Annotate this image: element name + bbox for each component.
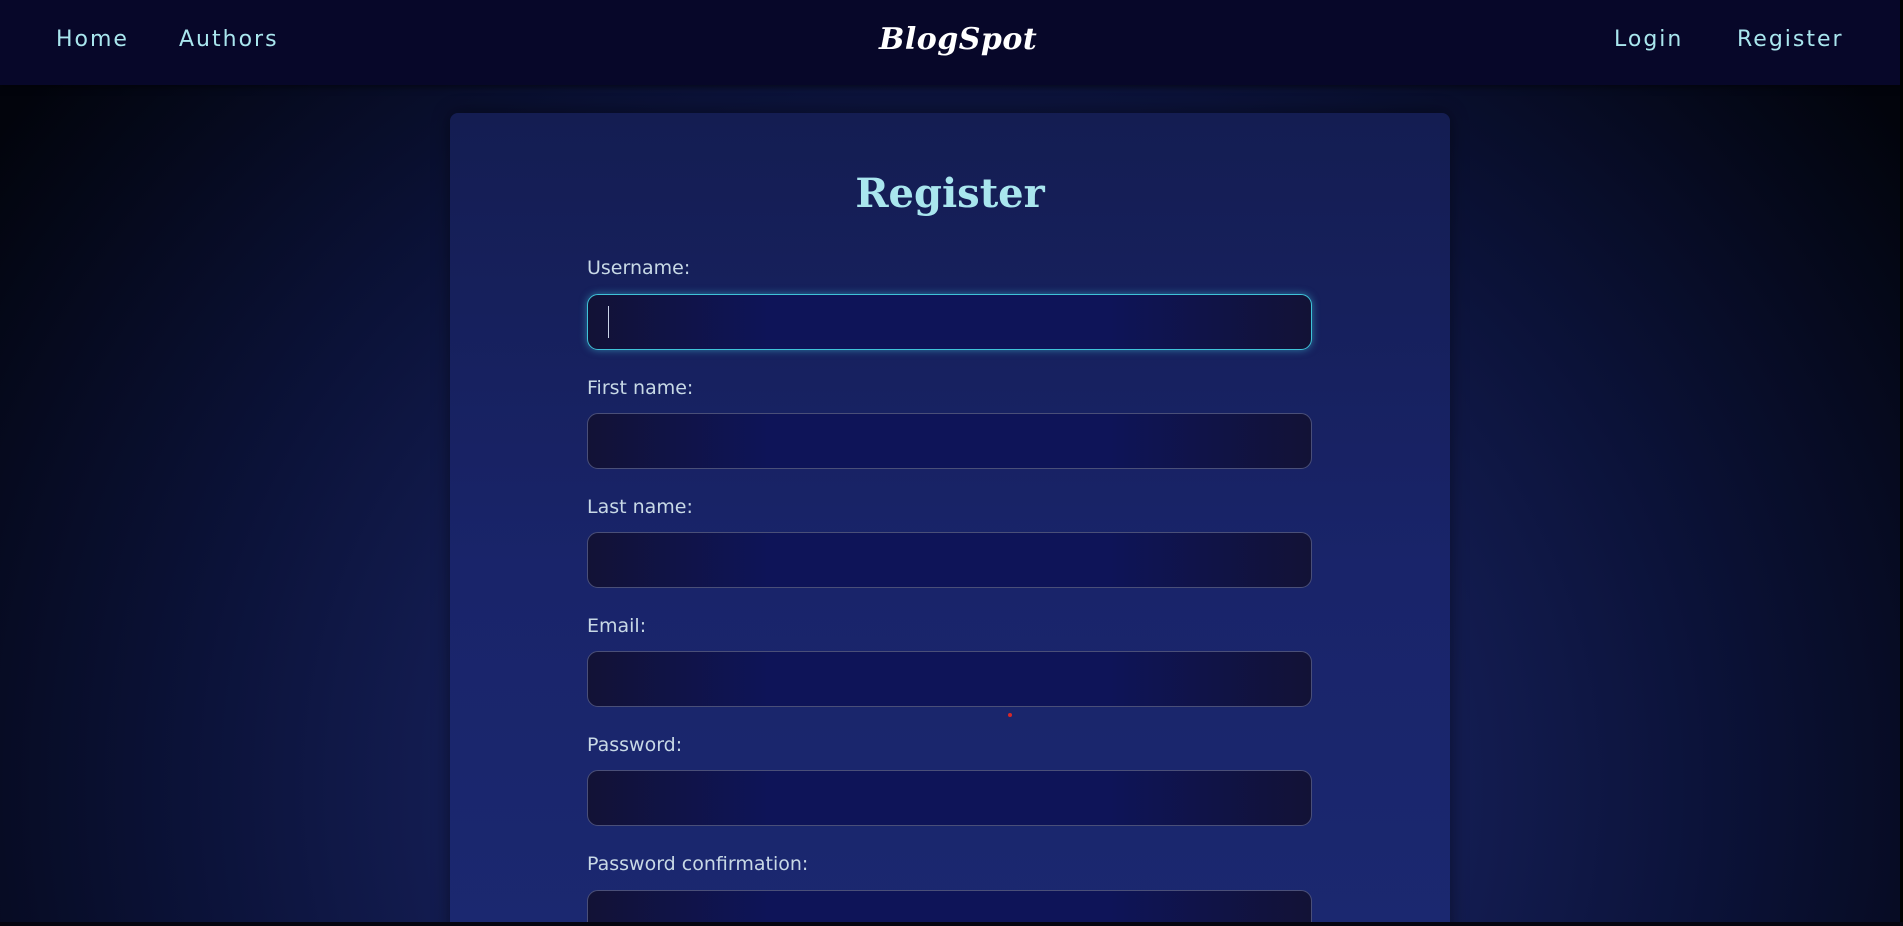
page-title: Register bbox=[855, 170, 1045, 217]
nav-authors-link[interactable]: Authors bbox=[179, 25, 279, 55]
email-input[interactable] bbox=[587, 651, 1312, 707]
email-label: Email: bbox=[587, 615, 647, 637]
page-background: Home Authors BlogSpot Login Register Reg… bbox=[0, 0, 1903, 926]
nav-login-link[interactable]: Login bbox=[1614, 25, 1683, 55]
top-navbar: Home Authors BlogSpot Login Register bbox=[0, 0, 1903, 85]
bottom-edge bbox=[0, 922, 1903, 926]
nav-home-link[interactable]: Home bbox=[56, 25, 129, 55]
password-input[interactable] bbox=[587, 770, 1312, 826]
first-name-label: First name: bbox=[587, 377, 694, 399]
password-confirmation-input[interactable] bbox=[587, 890, 1312, 926]
last-name-label: Last name: bbox=[587, 496, 693, 518]
text-caret bbox=[608, 306, 609, 338]
username-label: Username: bbox=[587, 257, 691, 279]
nav-register-link[interactable]: Register bbox=[1737, 25, 1844, 55]
password-label: Password: bbox=[587, 734, 683, 756]
last-name-input[interactable] bbox=[587, 532, 1312, 588]
username-input[interactable] bbox=[587, 294, 1312, 350]
brand-logo[interactable]: BlogSpot bbox=[879, 20, 1037, 60]
first-name-input[interactable] bbox=[587, 413, 1312, 469]
cursor-marker bbox=[1008, 713, 1012, 717]
password-confirmation-label: Password confirmation: bbox=[587, 853, 809, 875]
